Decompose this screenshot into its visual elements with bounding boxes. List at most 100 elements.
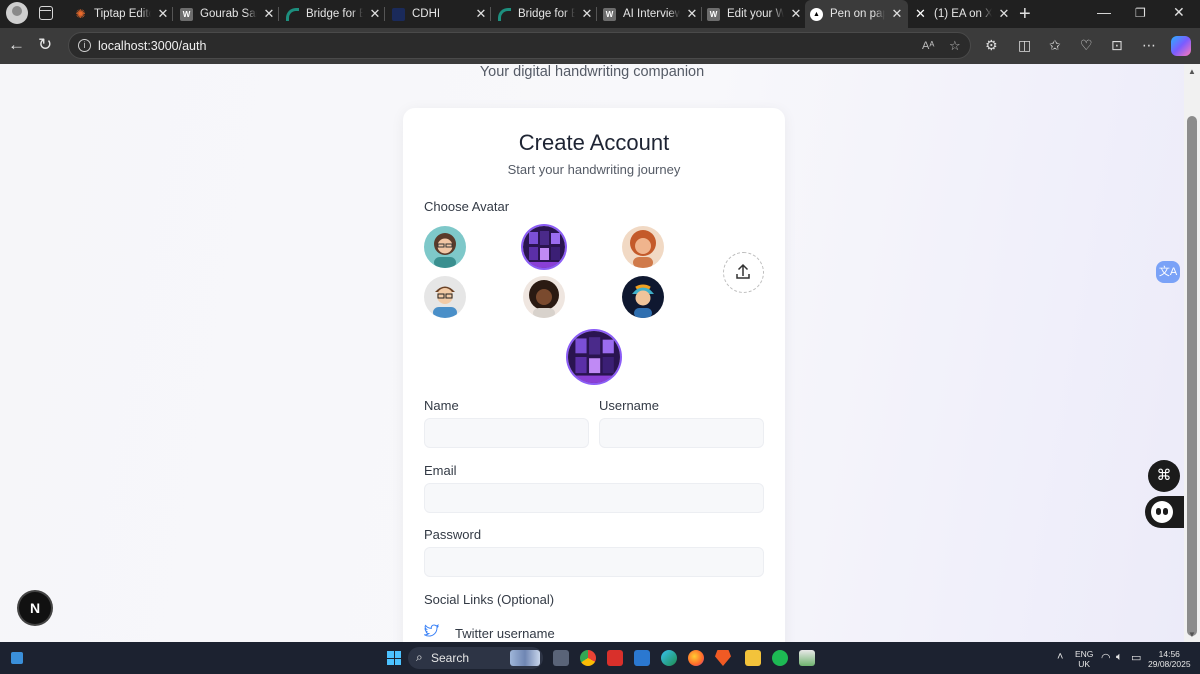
tab-gourab[interactable]: W Gourab Santra ✕ [180,0,275,28]
tab-x[interactable]: ✕ (1) EA on X ✕ [914,0,1010,28]
new-tab-icon[interactable]: + [1019,3,1031,26]
close-tab-icon[interactable]: ✕ [369,6,381,22]
chrome-icon[interactable] [580,650,596,666]
email-field[interactable] [424,483,764,513]
avatar-option-woman-glasses[interactable] [424,226,466,268]
tab-strip: ✺ Tiptap Editor ✕ W Gourab Santra ✕ Brid… [0,0,1200,28]
page-scrollbar[interactable]: ▲ ▼ [1184,64,1200,642]
scrollbar-thumb[interactable] [1187,116,1197,636]
close-tab-icon[interactable]: ✕ [157,6,169,22]
wordpress-icon: W [180,7,193,21]
task-view-icon[interactable] [553,650,569,666]
name-input[interactable] [425,419,588,447]
twitter-input[interactable] [455,618,755,642]
tab-bridge-1[interactable]: Bridge for Business ✕ [286,0,381,28]
wifi-icon[interactable]: ◠ [1101,651,1111,664]
tab-ai-interview[interactable]: W AI Interview ✕ [603,0,698,28]
split-screen-icon[interactable]: ◫ [1018,37,1031,54]
tab-cdhi[interactable]: CDHI ✕ [392,0,487,28]
favorite-star-icon[interactable]: ☆ [949,38,961,54]
browser-essentials-icon[interactable]: ♡ [1080,37,1093,54]
more-options-icon[interactable]: ⋯ [1142,37,1156,54]
twitter-icon [424,624,439,637]
tab-title: Pen on paper [830,8,885,20]
read-aloud-icon[interactable]: Aᴬ [922,40,934,52]
twitter-field[interactable] [424,618,764,642]
edge-icon[interactable] [661,650,677,666]
favorites-icon[interactable]: ✩ [1049,37,1061,54]
page-title: Create Account [518,130,670,155]
name-field[interactable] [424,418,589,448]
avatar-option-woman-dark[interactable] [523,276,565,318]
create-account-card: Create Account Start your handwriting jo… [403,108,785,642]
tab-edit-website[interactable]: W Edit your Website ✕ [707,0,802,28]
avatar-option-woman-curly[interactable] [622,226,664,268]
scroll-up-icon[interactable]: ▲ [1188,67,1196,76]
choose-avatar-label: Choose Avatar [424,199,510,214]
close-tab-icon[interactable]: ✕ [263,6,275,22]
back-icon[interactable]: ← [8,36,25,54]
brave-icon[interactable] [715,650,731,666]
page-viewport: Your digital handwriting companion Creat… [0,64,1184,642]
system-clock[interactable]: 14:56 29/08/2025 [1148,649,1191,669]
vscode-icon[interactable] [634,650,650,666]
bridge-icon [286,7,299,21]
tab-title: Bridge for Business [518,8,575,20]
tab-title: CDHI [412,8,441,20]
url-text[interactable]: localhost:3000/auth [98,39,206,53]
copilot-icon[interactable] [1171,36,1191,56]
assistant-bot-button[interactable] [1145,496,1184,528]
photos-icon[interactable] [799,650,815,666]
address-bar[interactable]: i localhost:3000/auth Aᴬ ☆ [68,32,971,59]
taskbar-search[interactable]: ⌕ Search [408,647,543,669]
file-explorer-icon[interactable] [745,650,761,666]
bot-icon [1151,501,1173,523]
close-tab-icon[interactable]: ✕ [891,6,903,22]
start-icon[interactable] [387,651,401,665]
tab-bridge-2[interactable]: Bridge for Business ✕ [498,0,593,28]
site-info-icon[interactable]: i [78,39,91,52]
restore-icon[interactable]: ❐ [1135,6,1146,20]
volume-icon[interactable]: 🔈︎ [1116,651,1123,664]
apps-grid-icon[interactable]: ⌘ [1148,460,1180,492]
refresh-icon[interactable]: ↻ [38,36,52,54]
translate-icon[interactable]: 文A [1156,261,1180,283]
tab-actions-icon[interactable] [39,6,53,20]
close-tab-icon[interactable]: ✕ [790,6,802,22]
profile-avatar[interactable] [6,2,28,24]
scroll-down-icon[interactable]: ▼ [1188,630,1196,639]
selected-avatar-preview [568,331,620,383]
tab-pen-on-paper[interactable]: ▲ Pen on paper ✕ [805,0,908,28]
firefox-icon[interactable] [688,650,704,666]
spotify-icon[interactable] [772,650,788,666]
extensions-icon[interactable]: ⚙ [985,37,998,54]
tiptap-icon: ✺ [75,7,86,21]
username-input[interactable] [600,419,763,447]
language-indicator[interactable]: ENG UK [1075,649,1093,669]
close-tab-icon[interactable]: ✕ [581,6,593,22]
vercel-icon: ▲ [810,7,823,21]
tab-tiptap[interactable]: ✺ Tiptap Editor ✕ [74,0,169,28]
password-input[interactable] [425,548,763,576]
email-input[interactable] [425,484,763,512]
wordpress-icon: W [707,7,720,21]
close-tab-icon[interactable]: ✕ [475,6,487,22]
nextjs-dev-badge[interactable]: N [19,592,51,624]
close-tab-icon[interactable]: ✕ [686,6,698,22]
screenshot-icon[interactable]: ⊡ [1111,37,1123,54]
username-field[interactable] [599,418,764,448]
battery-icon[interactable]: ▭ [1131,651,1141,664]
minimize-icon[interactable]: — [1097,4,1111,20]
close-window-icon[interactable]: ✕ [1173,4,1185,21]
social-links-label: Social Links (Optional) [424,592,555,607]
wps-office-icon[interactable] [607,650,623,666]
upload-avatar-button[interactable] [723,252,764,293]
hidden-icons-chevron-icon[interactable]: ˄ [1057,651,1063,663]
password-field[interactable] [424,547,764,577]
widgets-icon[interactable] [11,652,23,664]
avatar-option-boy-colorful[interactable] [622,276,664,318]
email-label: Email [424,463,457,478]
avatar-option-boy-glasses[interactable] [424,276,466,318]
close-tab-icon[interactable]: ✕ [998,6,1010,22]
avatar-option-purple-art[interactable] [523,226,565,268]
